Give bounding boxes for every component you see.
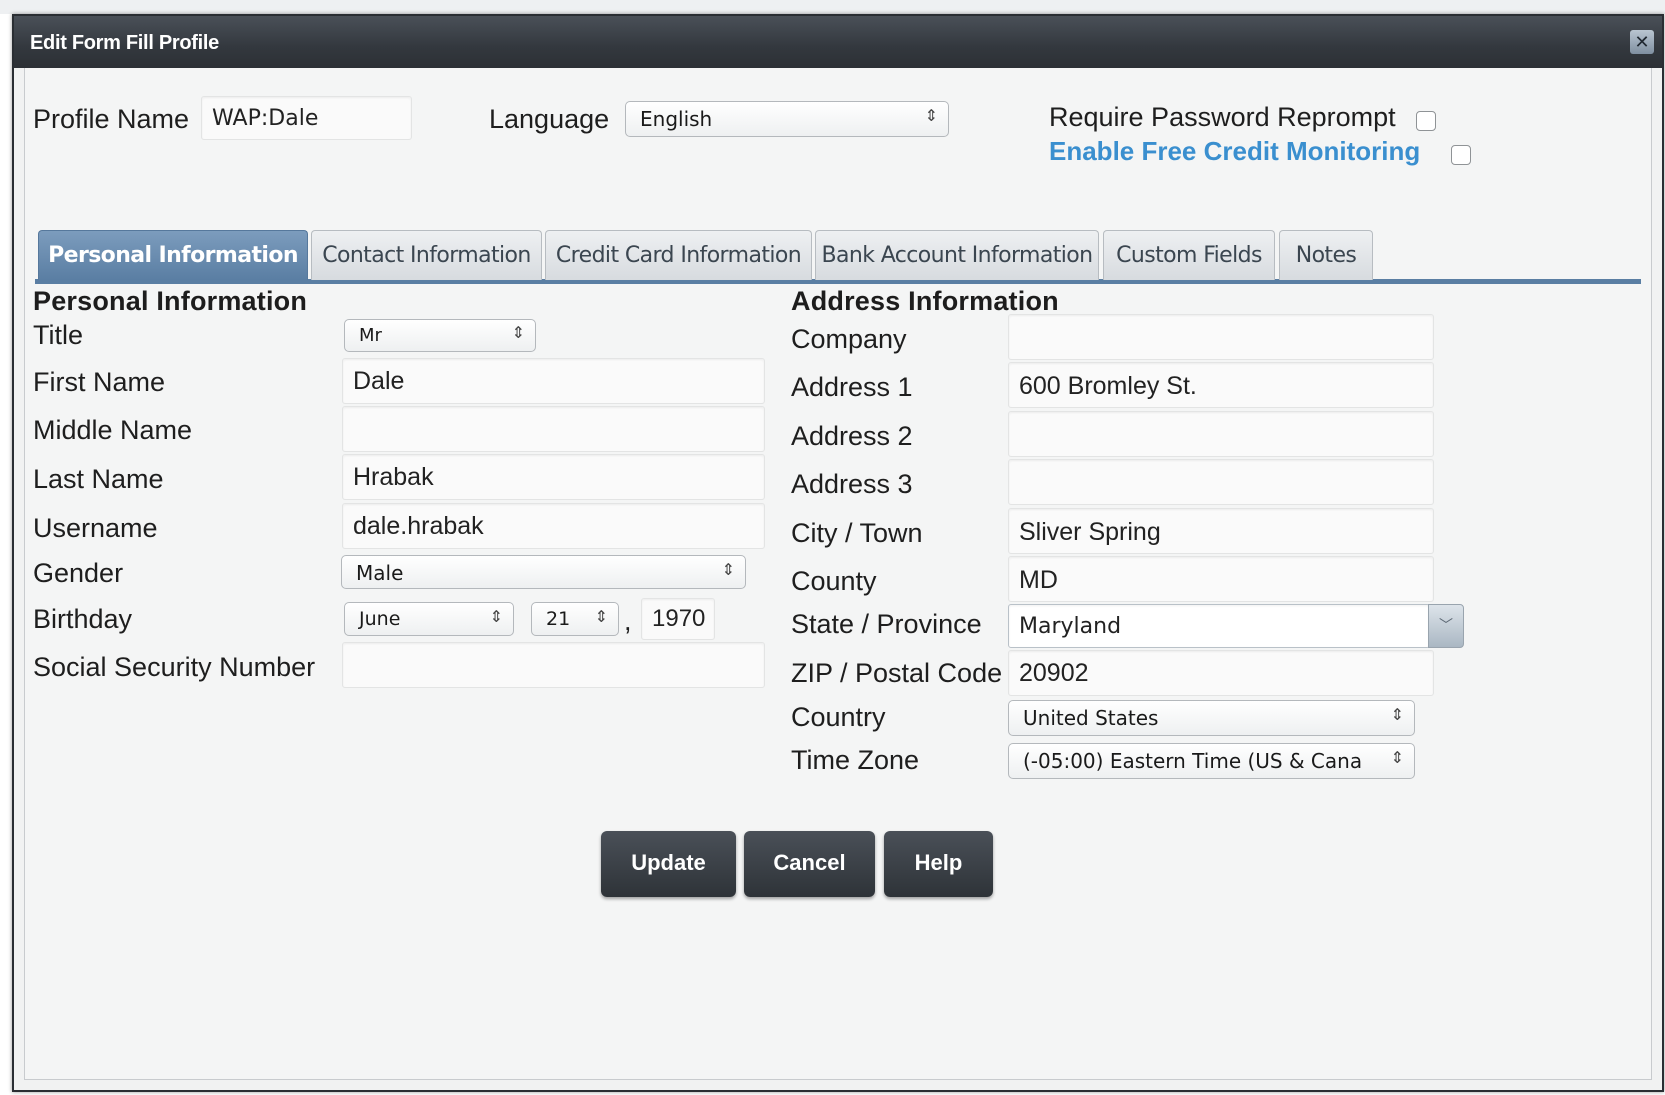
birthday-separator: ,: [624, 606, 632, 636]
birthday-label: Birthday: [33, 604, 133, 634]
cancel-button[interactable]: Cancel: [744, 831, 875, 897]
tab-bank-account-information[interactable]: Bank Account Information: [815, 230, 1099, 280]
dialog-title: Edit Form Fill Profile: [30, 32, 219, 54]
tab-credit-card-information[interactable]: Credit Card Information: [545, 230, 812, 280]
select-arrows-icon: ⇕: [489, 607, 503, 626]
require-password-label: Require Password Reprompt: [1049, 102, 1396, 132]
tab-custom-fields[interactable]: Custom Fields: [1103, 230, 1275, 280]
select-arrows-icon: ⇕: [721, 560, 735, 579]
address2-label: Address 2: [791, 421, 913, 451]
birthday-day-value: 21: [546, 608, 571, 630]
address-section-title: Address Information: [791, 286, 1059, 316]
dialog-body: Profile Name WAP:Dale Language English ⇕…: [24, 68, 1652, 1080]
select-arrows-icon: ⇕: [1390, 705, 1404, 724]
tab-contact-information[interactable]: Contact Information: [311, 230, 542, 280]
tab-notes[interactable]: Notes: [1279, 230, 1373, 280]
address3-input[interactable]: [1008, 459, 1434, 505]
first-name-input[interactable]: Dale: [342, 358, 765, 404]
county-input[interactable]: MD: [1008, 556, 1434, 602]
personal-section-title: Personal Information: [33, 286, 308, 316]
language-select[interactable]: English ⇕: [625, 101, 949, 137]
title-label: Title: [33, 320, 84, 350]
city-label: City / Town: [791, 518, 923, 548]
middle-name-input[interactable]: [342, 406, 765, 452]
middle-name-label: Middle Name: [33, 415, 193, 445]
timezone-select-value: (-05:00) Eastern Time (US & Cana: [1023, 749, 1363, 773]
username-input[interactable]: dale.hrabak: [342, 503, 765, 549]
zip-label: ZIP / Postal Code: [791, 658, 1003, 688]
address2-input[interactable]: [1008, 411, 1434, 457]
gender-select-value: Male: [356, 561, 404, 585]
edit-profile-dialog: Edit Form Fill Profile ✕ Profile Name WA…: [12, 14, 1664, 1092]
language-label: Language: [489, 104, 610, 134]
county-label: County: [791, 566, 877, 596]
zip-input[interactable]: 20902: [1008, 650, 1434, 696]
close-icon[interactable]: ✕: [1630, 30, 1654, 54]
select-arrows-icon: ⇕: [924, 106, 938, 125]
country-select[interactable]: United States ⇕: [1008, 700, 1415, 736]
title-select[interactable]: Mr ⇕: [344, 319, 536, 352]
city-input[interactable]: Sliver Spring: [1008, 508, 1434, 554]
dialog-titlebar[interactable]: Edit Form Fill Profile ✕: [14, 16, 1662, 68]
last-name-label: Last Name: [33, 464, 164, 494]
title-select-value: Mr: [359, 325, 382, 346]
credit-monitoring-checkbox[interactable]: [1451, 145, 1471, 165]
birthday-month-value: June: [359, 608, 401, 630]
ssn-label: Social Security Number: [33, 652, 316, 682]
birthday-year-input[interactable]: 1970: [641, 598, 715, 640]
select-arrows-icon: ⇕: [594, 607, 608, 626]
help-button[interactable]: Help: [884, 831, 993, 897]
ssn-input[interactable]: [342, 642, 765, 688]
country-label: Country: [791, 702, 886, 732]
company-label: Company: [791, 324, 907, 354]
profile-name-input[interactable]: WAP:Dale: [201, 96, 412, 140]
address1-label: Address 1: [791, 372, 913, 402]
gender-select[interactable]: Male ⇕: [341, 555, 746, 589]
chevron-down-icon[interactable]: ﹀: [1428, 604, 1464, 648]
select-arrows-icon: ⇕: [511, 323, 525, 342]
tab-personal-information[interactable]: Personal Information: [38, 230, 308, 280]
state-label: State / Province: [791, 609, 982, 639]
select-arrows-icon: ⇕: [1390, 748, 1404, 767]
timezone-label: Time Zone: [791, 745, 920, 775]
state-combobox-input[interactable]: Maryland: [1008, 604, 1430, 648]
require-password-checkbox[interactable]: [1416, 111, 1436, 131]
timezone-select[interactable]: (-05:00) Eastern Time (US & Cana ⇕: [1008, 743, 1415, 779]
birthday-month-select[interactable]: June ⇕: [344, 602, 514, 636]
update-button[interactable]: Update: [601, 831, 736, 897]
country-select-value: United States: [1023, 706, 1159, 730]
username-label: Username: [33, 513, 158, 543]
last-name-input[interactable]: Hrabak: [342, 454, 765, 500]
gender-label: Gender: [33, 558, 124, 588]
first-name-label: First Name: [33, 367, 166, 397]
background-strip: [0, 0, 1665, 14]
address1-input[interactable]: 600 Bromley St.: [1008, 362, 1434, 408]
credit-monitoring-link[interactable]: Enable Free Credit Monitoring: [1049, 136, 1420, 167]
language-select-value: English: [640, 107, 713, 131]
birthday-day-select[interactable]: 21 ⇕: [531, 602, 619, 636]
address3-label: Address 3: [791, 469, 913, 499]
profile-name-label: Profile Name: [33, 104, 190, 134]
company-input[interactable]: [1008, 314, 1434, 360]
